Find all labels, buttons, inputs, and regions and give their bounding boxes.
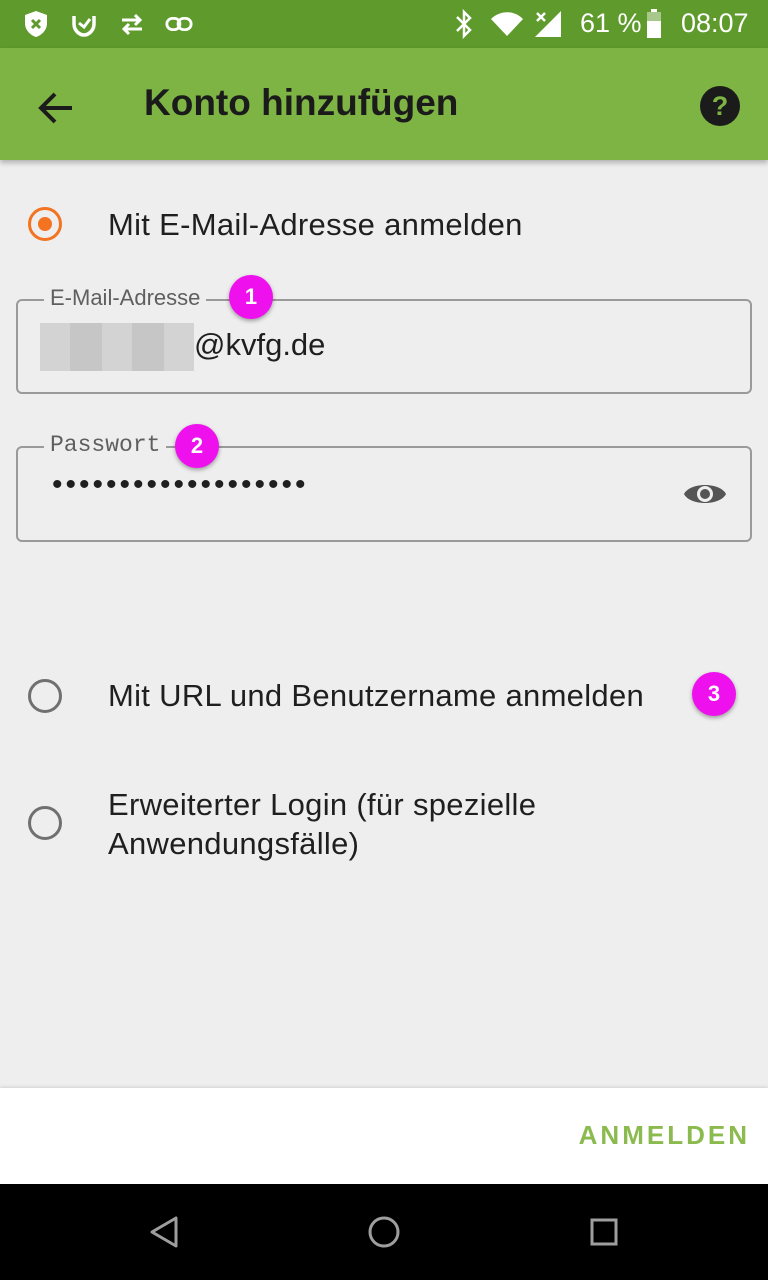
radio-advanced[interactable]	[28, 806, 62, 840]
option-advanced-label-line2: Anwendungsfälle)	[108, 826, 360, 861]
password-masked-value: •••••••••••••••••••	[52, 468, 309, 501]
password-field[interactable]: Passwort •••••••••••••••••••	[16, 432, 752, 542]
arrow-back-icon[interactable]	[28, 80, 84, 136]
signal-icon	[534, 10, 562, 38]
eye-icon[interactable]	[682, 476, 728, 512]
email-domain-text: @kvfg.de	[194, 327, 326, 362]
navigation-bar	[0, 1184, 768, 1280]
home-circle-icon[interactable]	[360, 1208, 408, 1256]
clock: 08:07	[681, 8, 749, 38]
option-email-label: Mit E-Mail-Adresse anmelden	[108, 207, 523, 242]
email-field[interactable]: E-Mail-Adresse @kvfg.de	[16, 285, 752, 394]
option-url-label: Mit URL und Benutzername anmelden	[108, 678, 645, 713]
shield-x-icon	[22, 10, 50, 38]
radio-url[interactable]	[28, 679, 62, 713]
annotation-badge-1: 1	[229, 275, 273, 319]
annotation-badge-2: 2	[175, 424, 219, 468]
login-button[interactable]: ANMELDEN	[579, 1120, 750, 1151]
battery-icon	[644, 9, 664, 38]
annotation-badge-3: 3	[692, 672, 736, 716]
password-field-label: Passwort	[44, 432, 167, 458]
link-icon	[165, 10, 193, 38]
email-field-label: E-Mail-Adresse	[44, 285, 207, 311]
option-email-login[interactable]: Mit E-Mail-Adresse anmelden	[0, 200, 768, 250]
help-icon[interactable]: ?	[698, 84, 742, 128]
footer-action-bar: ANMELDEN	[0, 1088, 768, 1184]
status-bar: 61 % 08:07	[0, 0, 768, 48]
notification-app-icon	[70, 10, 98, 38]
radio-email-selected[interactable]	[28, 207, 62, 241]
email-redacted-block	[40, 323, 194, 371]
bluetooth-icon	[450, 9, 478, 39]
back-triangle-icon[interactable]	[140, 1208, 188, 1256]
sync-arrows-icon	[118, 10, 146, 38]
option-advanced-login[interactable]: Erweiterter Login (für spezielle Anwendu…	[0, 785, 768, 865]
wifi-icon	[490, 10, 524, 38]
battery-percent: 61 %	[580, 8, 642, 38]
svg-text:?: ?	[712, 91, 729, 121]
recents-square-icon[interactable]	[580, 1208, 628, 1256]
option-url-login[interactable]: Mit URL und Benutzername anmelden	[0, 672, 768, 722]
option-advanced-label-line1: Erweiterter Login (für spezielle	[108, 787, 537, 822]
page-title: Konto hinzufügen	[144, 82, 459, 123]
app-bar: Konto hinzufügen ?	[0, 48, 768, 160]
